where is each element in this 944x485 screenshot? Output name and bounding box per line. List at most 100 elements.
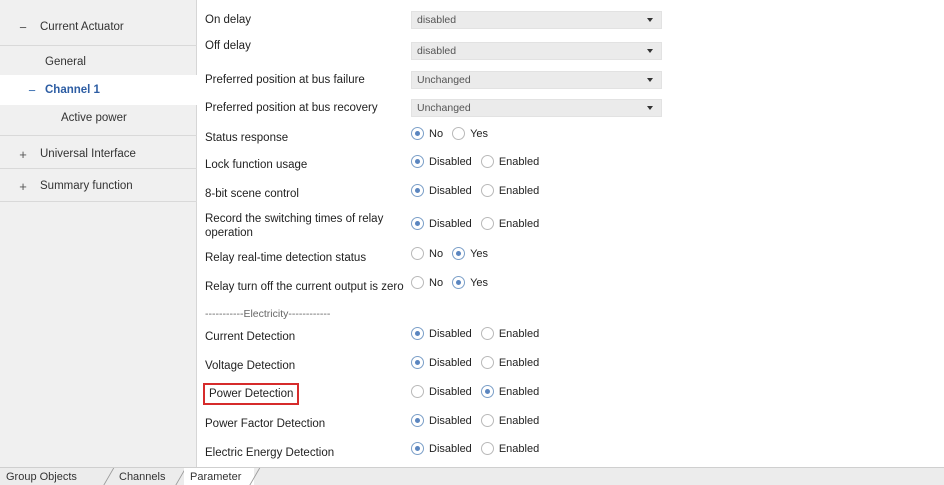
param-label-line: operation	[205, 227, 253, 239]
radio-button[interactable]	[411, 414, 424, 427]
radio-button[interactable]	[480, 327, 494, 340]
radio-button[interactable]	[480, 356, 494, 369]
section-label: -----------Electricity------------	[205, 308, 331, 320]
lock-function-radios: Disabled Enabled	[411, 155, 548, 168]
collapse-icon[interactable]: −	[24, 83, 40, 98]
radio-button[interactable]	[480, 155, 494, 168]
relay-turn-off-radios: No Yes	[411, 276, 497, 289]
radio-option-yes[interactable]: Yes	[452, 127, 488, 140]
radio-option-enabled[interactable]: Enabled	[480, 385, 540, 398]
radio-option-yes[interactable]: Yes	[452, 247, 488, 260]
radio-label: Disabled	[429, 414, 472, 427]
radio-option-yes[interactable]: Yes	[452, 276, 488, 289]
radio-button[interactable]	[411, 217, 424, 230]
radio-option-enabled[interactable]: Enabled	[480, 217, 539, 230]
radio-option-disabled[interactable]: Disabled	[411, 356, 472, 369]
tree-item-label: General	[45, 56, 86, 68]
param-label: Current Detection	[205, 331, 296, 343]
radio-label: Enabled	[498, 414, 540, 427]
tree-item-label: Channel 1	[45, 84, 100, 96]
radio-option-disabled[interactable]: Disabled	[411, 155, 472, 168]
param-row-power-detection: Power Detection Disabled Enabled	[198, 383, 944, 405]
tree-item-active-power[interactable]: Active power	[0, 103, 197, 133]
expand-icon[interactable]: +	[15, 147, 31, 162]
param-label: Status response	[205, 132, 289, 144]
tree-item-label: Current Actuator	[40, 21, 124, 33]
param-row-power-factor: Power Factor Detection Disabled Enabled	[198, 414, 944, 432]
radio-option-no[interactable]: No	[411, 276, 443, 289]
radio-button[interactable]	[480, 442, 494, 455]
radio-option-enabled[interactable]: Enabled	[480, 327, 539, 340]
tree-item-universal-interface[interactable]: + Universal Interface	[0, 139, 197, 169]
param-label: Power Detection	[209, 388, 294, 400]
radio-label: Yes	[470, 127, 489, 140]
bus-recovery-select[interactable]: Unchanged	[411, 99, 662, 117]
param-row-bus-recovery: Preferred position at bus recovery Uncha…	[198, 98, 944, 118]
radio-label: Yes	[470, 247, 489, 260]
radio-option-enabled[interactable]: Enabled	[480, 356, 539, 369]
tab-label: Parameter	[190, 471, 242, 483]
param-row-off-delay: Off delay disabled	[198, 38, 944, 60]
radio-button[interactable]	[411, 247, 424, 260]
radio-option-no[interactable]: No	[411, 247, 443, 260]
tree-item-general[interactable]: General	[0, 47, 197, 77]
radio-button[interactable]	[411, 155, 424, 168]
power-detection-radios: Disabled Enabled	[411, 385, 548, 398]
tab-parameter[interactable]: Parameter	[184, 468, 254, 485]
radio-option-disabled[interactable]: Disabled	[411, 184, 472, 197]
radio-option-enabled[interactable]: Enabled	[480, 414, 540, 427]
radio-option-enabled[interactable]: Enabled	[480, 155, 539, 168]
radio-option-disabled[interactable]: Disabled	[411, 327, 472, 340]
radio-button[interactable]	[411, 442, 424, 455]
radio-label: No	[429, 127, 444, 140]
tab-group-objects[interactable]: Group Objects	[0, 468, 106, 485]
tree-item-channel-1[interactable]: − Channel 1	[0, 75, 198, 105]
radio-button[interactable]	[480, 385, 494, 398]
radio-label: Disabled	[429, 442, 472, 455]
off-delay-select[interactable]: disabled	[411, 42, 662, 60]
tree-item-current-actuator[interactable]: − Current Actuator	[15, 12, 212, 42]
on-delay-select[interactable]: disabled	[411, 11, 662, 29]
tab-channels[interactable]: Channels	[112, 468, 178, 485]
param-label: Relay real-time detection status	[205, 252, 367, 264]
radio-button[interactable]	[480, 184, 494, 197]
bus-failure-select[interactable]: Unchanged	[411, 71, 662, 89]
radio-button[interactable]	[480, 414, 494, 427]
radio-option-disabled[interactable]: Disabled	[411, 385, 472, 398]
radio-option-no[interactable]: No	[411, 127, 443, 140]
radio-button[interactable]	[411, 385, 424, 398]
tree-item-summary-function[interactable]: + Summary function	[0, 171, 197, 201]
select-value: disabled	[417, 45, 457, 57]
radio-label: Enabled	[498, 385, 540, 398]
radio-button[interactable]	[411, 327, 424, 340]
expand-icon[interactable]: +	[15, 179, 31, 194]
param-row-voltage-detection: Voltage Detection Disabled Enabled	[198, 356, 944, 374]
radio-button[interactable]	[452, 247, 466, 260]
radio-button[interactable]	[411, 356, 424, 369]
collapse-icon[interactable]: −	[15, 20, 31, 35]
radio-button[interactable]	[411, 184, 424, 197]
divider	[0, 135, 197, 136]
radio-button[interactable]	[480, 217, 494, 230]
tab-label: Group Objects	[6, 471, 77, 483]
radio-option-disabled[interactable]: Disabled	[411, 442, 472, 455]
radio-option-enabled[interactable]: Enabled	[480, 442, 539, 455]
energy-detection-radios: Disabled Enabled	[411, 442, 548, 455]
radio-button[interactable]	[411, 127, 424, 140]
radio-button[interactable]	[411, 276, 424, 289]
parameter-panel: On delay disabled Off delay disabled Pre…	[198, 0, 944, 467]
radio-option-disabled[interactable]: Disabled	[411, 414, 472, 427]
radio-label: Enabled	[498, 184, 540, 197]
param-label: On delay	[205, 14, 252, 26]
parameter-window: − Current Actuator General − Channel 1 A…	[0, 0, 944, 485]
select-value: disabled	[417, 14, 457, 26]
radio-label: Disabled	[429, 385, 472, 398]
param-row-on-delay: On delay disabled	[198, 10, 944, 30]
radio-option-enabled[interactable]: Enabled	[480, 184, 540, 197]
radio-option-disabled[interactable]: Disabled	[411, 217, 472, 230]
radio-button[interactable]	[452, 127, 466, 140]
param-row-relay-turn-off: Relay turn off the current output is zer…	[198, 276, 944, 294]
divider	[0, 168, 197, 169]
radio-button[interactable]	[452, 276, 466, 289]
chevron-down-icon	[647, 78, 653, 82]
